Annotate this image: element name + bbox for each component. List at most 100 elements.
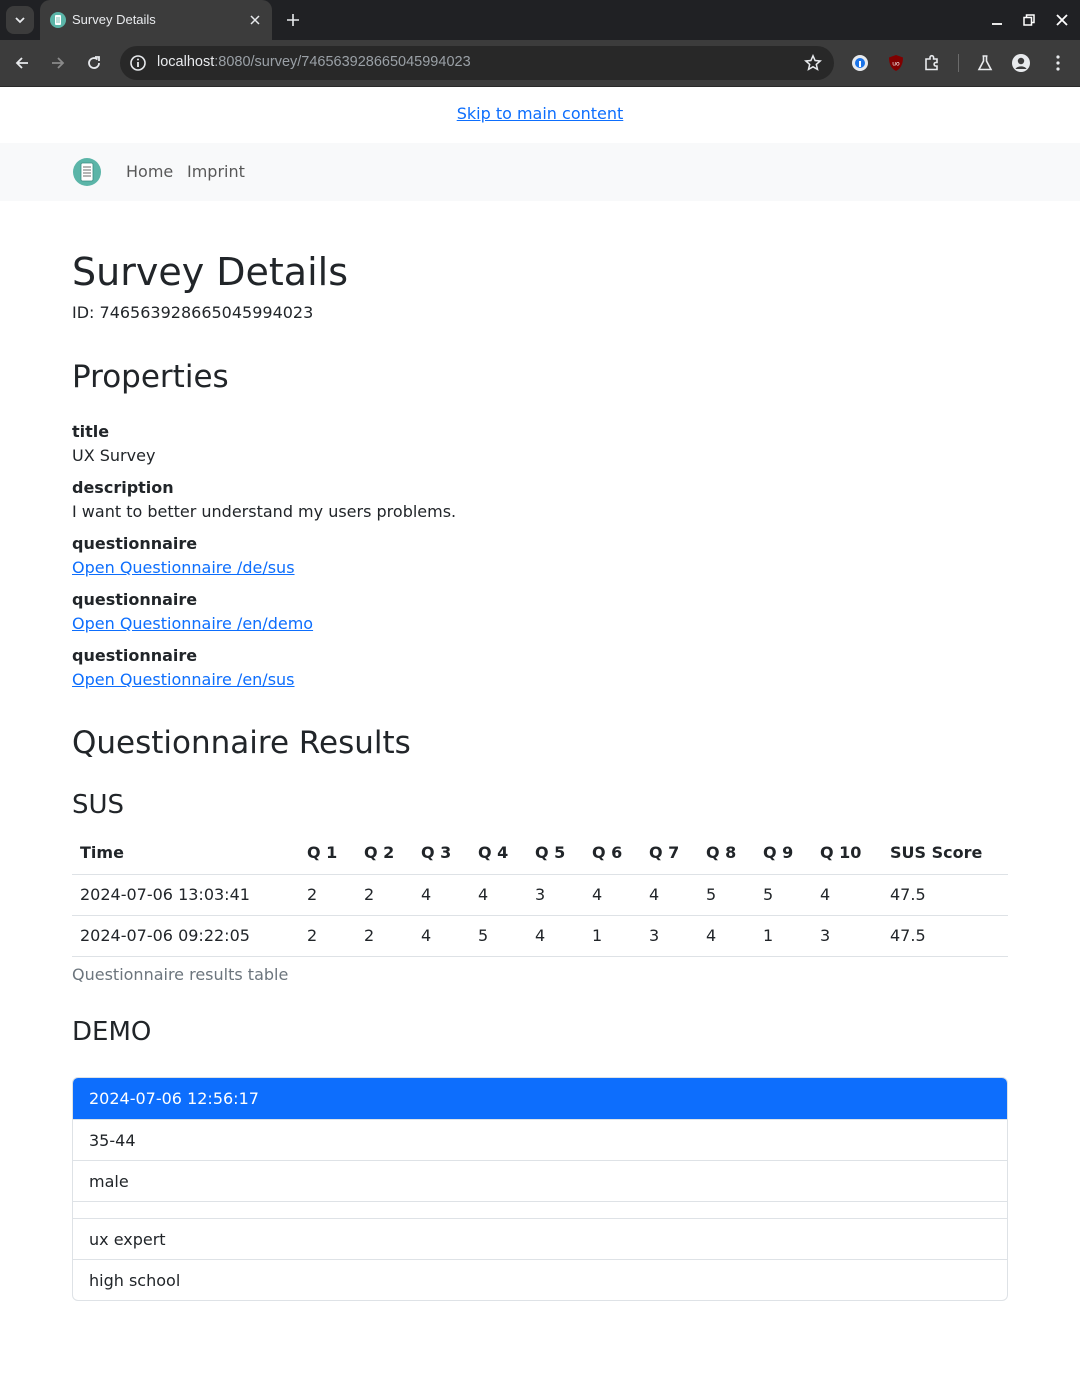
url-path: :8080/survey/746563928665045994023 — [214, 54, 471, 70]
cell-q8: 5 — [698, 874, 755, 916]
arrow-right-icon — [52, 57, 65, 69]
results-heading: Questionnaire Results — [72, 725, 411, 761]
cell-sus-score: 47.5 — [882, 915, 1008, 957]
cell-q4: 4 — [470, 874, 527, 916]
list-item: male — [73, 1160, 1007, 1201]
svg-text:uo: uo — [892, 61, 900, 68]
column-header-q1: Q 1 — [299, 832, 356, 875]
nav-link-home[interactable]: Home — [126, 162, 173, 181]
ublock-shield-icon: uo — [889, 55, 903, 71]
site-navbar: Home Imprint — [0, 143, 1080, 201]
forward-button[interactable] — [47, 52, 69, 74]
skip-link-container: Skip to main content — [0, 104, 1080, 123]
column-header-q10: Q 10 — [812, 832, 882, 875]
page-title: Survey Details — [72, 250, 349, 294]
cell-q7: 4 — [641, 874, 698, 916]
plus-icon — [287, 14, 299, 26]
cell-q4: 5 — [470, 915, 527, 957]
open-questionnaire-de-sus-link[interactable]: Open Questionnaire /de/sus — [72, 558, 295, 577]
property-key-description: description — [72, 478, 174, 497]
list-item: ux expert — [73, 1218, 1007, 1259]
property-key-title: title — [72, 422, 110, 441]
property-value-description: I want to better understand my users pro… — [72, 502, 457, 521]
tab-title: Survey Details — [72, 12, 156, 27]
arrow-left-icon — [15, 57, 28, 69]
cell-q6: 1 — [584, 915, 641, 957]
extension-button-1[interactable] — [850, 53, 870, 73]
demo-heading: DEMO — [72, 1017, 152, 1047]
skip-to-main-link[interactable]: Skip to main content — [457, 104, 624, 123]
property-value-questionnaire: Open Questionnaire /en/demo — [72, 614, 313, 633]
info-icon[interactable] — [129, 54, 147, 72]
property-value-title: UX Survey — [72, 446, 156, 465]
tab-search-button[interactable] — [6, 6, 34, 34]
ublock-extension-button[interactable]: uo — [886, 53, 906, 73]
bookmark-star-icon[interactable] — [804, 54, 822, 72]
profile-button[interactable] — [1011, 53, 1031, 73]
reload-icon — [88, 56, 100, 69]
browser-tab-bar: Survey Details — [0, 0, 1080, 40]
nav-link-imprint[interactable]: Imprint — [187, 162, 245, 181]
brand-logo-icon[interactable] — [72, 157, 102, 187]
column-header-q9: Q 9 — [755, 832, 812, 875]
property-value-questionnaire: Open Questionnaire /en/sus — [72, 670, 295, 689]
list-item: high school — [73, 1259, 1007, 1300]
sus-results-table: Time Q 1 Q 2 Q 3 Q 4 Q 5 Q 6 Q 7 Q 8 Q 9… — [72, 832, 1008, 957]
minimize-icon — [992, 23, 1002, 25]
cell-q3: 4 — [413, 874, 470, 916]
cell-q1: 2 — [299, 874, 356, 916]
toolbar-separator — [958, 54, 959, 72]
property-key-questionnaire: questionnaire — [72, 590, 198, 609]
extensions-menu-button[interactable] — [922, 53, 942, 73]
column-header-q6: Q 6 — [584, 832, 641, 875]
restore-button[interactable] — [1019, 10, 1039, 30]
browser-toolbar: localhost:8080/survey/746563928665045994… — [0, 40, 1080, 87]
cell-q10: 4 — [812, 874, 882, 916]
cell-q2: 2 — [356, 874, 413, 916]
cell-q6: 4 — [584, 874, 641, 916]
url-text: localhost:8080/survey/746563928665045994… — [157, 54, 471, 70]
cell-q10: 3 — [812, 915, 882, 957]
cell-q1: 2 — [299, 915, 356, 957]
table-row: 2024-07-06 09:22:05 2 2 4 5 4 1 3 4 1 3 … — [72, 915, 1008, 957]
column-header-q4: Q 4 — [470, 832, 527, 875]
cell-q5: 3 — [527, 874, 584, 916]
column-header-q8: Q 8 — [698, 832, 755, 875]
sus-heading: SUS — [72, 790, 125, 820]
list-item-active: 2024-07-06 12:56:17 — [73, 1078, 1007, 1119]
property-key-questionnaire: questionnaire — [72, 534, 198, 553]
minimize-button[interactable] — [987, 10, 1007, 30]
property-value-questionnaire: Open Questionnaire /de/sus — [72, 558, 295, 577]
column-header-q2: Q 2 — [356, 832, 413, 875]
cell-q7: 3 — [641, 915, 698, 957]
new-tab-button[interactable] — [282, 9, 304, 31]
table-header-row: Time Q 1 Q 2 Q 3 Q 4 Q 5 Q 6 Q 7 Q 8 Q 9… — [72, 832, 1008, 875]
open-questionnaire-en-sus-link[interactable]: Open Questionnaire /en/sus — [72, 670, 295, 689]
address-bar[interactable]: localhost:8080/survey/746563928665045994… — [120, 46, 834, 80]
cell-q3: 4 — [413, 915, 470, 957]
restore-icon — [1023, 14, 1035, 26]
survey-id: ID: 746563928665045994023 — [72, 303, 314, 322]
url-host: localhost — [157, 54, 215, 70]
column-header-q3: Q 3 — [413, 832, 470, 875]
list-item-empty — [73, 1201, 1007, 1218]
cell-q9: 5 — [755, 874, 812, 916]
labs-button[interactable] — [975, 53, 995, 73]
reload-button[interactable] — [83, 52, 105, 74]
cell-sus-score: 47.5 — [882, 874, 1008, 916]
column-header-sus-score: SUS Score — [882, 832, 1008, 875]
back-button[interactable] — [11, 52, 33, 74]
column-header-q7: Q 7 — [641, 832, 698, 875]
browser-menu-button[interactable] — [1048, 53, 1068, 73]
browser-tab[interactable]: Survey Details — [40, 0, 272, 40]
key-extension-icon — [852, 55, 868, 71]
open-questionnaire-en-demo-link[interactable]: Open Questionnaire /en/demo — [72, 614, 313, 633]
cell-time: 2024-07-06 09:22:05 — [72, 915, 299, 957]
column-header-q5: Q 5 — [527, 832, 584, 875]
list-item: 35-44 — [73, 1119, 1007, 1160]
close-window-button[interactable] — [1052, 10, 1072, 30]
table-caption: Questionnaire results table — [72, 965, 289, 984]
cell-q9: 1 — [755, 915, 812, 957]
tab-close-button[interactable] — [246, 11, 264, 29]
kebab-menu-icon — [1056, 55, 1060, 71]
